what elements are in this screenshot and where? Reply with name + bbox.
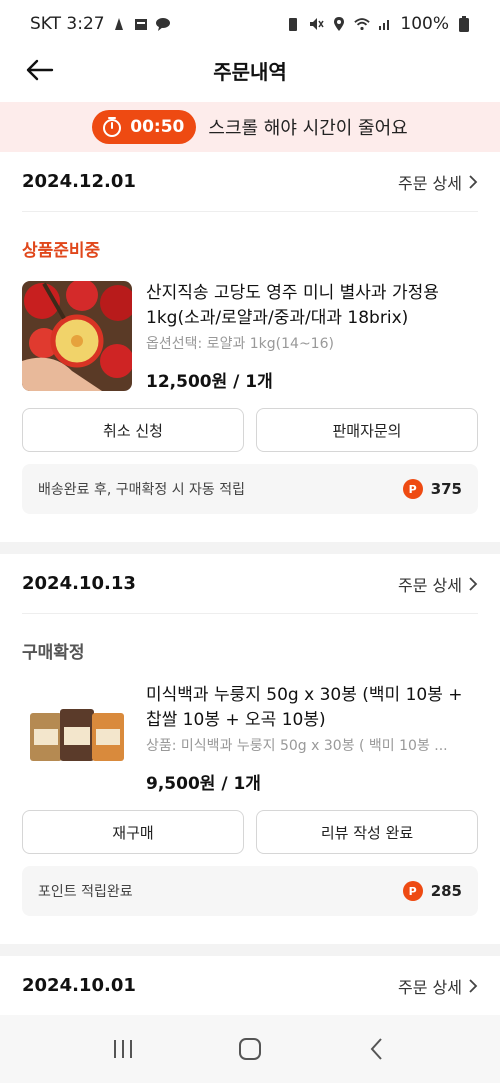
wifi-icon bbox=[354, 16, 371, 32]
product-price: 9,500원 / 1개 bbox=[146, 774, 261, 794]
order-card: 2024.10.13 주문 상세 구매확정 미식백과 누룽지 50g x 30봉… bbox=[0, 554, 500, 916]
product-thumbnail-apple bbox=[22, 281, 132, 391]
product-option: 상품: 미식백과 누룽지 50g x 30봉 ( 백미 10봉 ... bbox=[146, 738, 448, 754]
page-header: 주문내역 bbox=[0, 48, 500, 92]
recent-apps-button[interactable] bbox=[93, 1029, 153, 1069]
order-status: 구매확정 bbox=[22, 643, 85, 663]
timer-time: 00:50 bbox=[130, 117, 185, 137]
home-icon bbox=[238, 1038, 261, 1060]
order-detail-link[interactable]: 주문 상세 bbox=[398, 170, 478, 194]
order-card: 2024.12.01 주문 상세 상품준비중 산지직송 고당도 영주 미니 별사… bbox=[0, 152, 500, 514]
point-info: 포인트 적립완료 P 285 bbox=[22, 866, 478, 916]
point-value: 375 bbox=[430, 480, 462, 498]
section-divider bbox=[0, 944, 500, 956]
product-item[interactable]: 산지직송 고당도 영주 미니 별사과 가정용 1kg(소과/로얄과/중과/대과 … bbox=[22, 281, 478, 392]
calendar-icon bbox=[133, 16, 149, 32]
point-value: 285 bbox=[430, 882, 462, 900]
product-thumbnail-nurungji bbox=[22, 683, 132, 793]
reorder-button[interactable]: 재구매 bbox=[22, 810, 244, 854]
chevron-right-icon bbox=[469, 576, 478, 591]
point-text: 배송완료 후, 구매확정 시 자동 적립 bbox=[38, 482, 246, 498]
order-card: 2024.10.01 주문 상세 bbox=[0, 956, 500, 1016]
order-detail-link[interactable]: 주문 상세 bbox=[398, 974, 478, 998]
status-bar: SKT 3:27 100% bbox=[0, 0, 500, 48]
battery-percent: 100% bbox=[400, 14, 449, 34]
point-icon: P bbox=[402, 881, 423, 901]
battery-saver-icon bbox=[285, 16, 301, 32]
order-detail-label: 주문 상세 bbox=[398, 575, 462, 595]
seller-inquiry-button[interactable]: 판매자문의 bbox=[256, 408, 478, 452]
system-nav-bar bbox=[0, 1015, 500, 1083]
order-date: 2024.10.01 bbox=[22, 975, 136, 996]
product-name: 미식백과 누룽지 50g x 30봉 (백미 10봉 + 찹쌀 10봉 + 오곡… bbox=[146, 685, 463, 730]
order-date: 2024.10.13 bbox=[22, 573, 136, 594]
back-button[interactable] bbox=[24, 54, 56, 86]
order-detail-link[interactable]: 주문 상세 bbox=[398, 572, 478, 596]
notification-icon bbox=[111, 16, 127, 32]
arrow-left-icon bbox=[26, 59, 54, 81]
product-item[interactable]: 미식백과 누룽지 50g x 30봉 (백미 10봉 + 찹쌀 10봉 + 오곡… bbox=[22, 683, 478, 794]
chevron-right-icon bbox=[469, 978, 478, 993]
review-done-button[interactable]: 리뷰 작성 완료 bbox=[256, 810, 478, 854]
system-back-button[interactable] bbox=[347, 1029, 407, 1069]
recent-apps-icon bbox=[114, 1040, 133, 1058]
signal-icon bbox=[377, 16, 393, 32]
point-text: 포인트 적립완료 bbox=[38, 884, 133, 900]
order-detail-label: 주문 상세 bbox=[398, 173, 462, 193]
product-price: 12,500원 / 1개 bbox=[146, 372, 273, 392]
timer-badge: 00:50 bbox=[92, 110, 197, 144]
home-button[interactable] bbox=[220, 1029, 280, 1069]
status-time: SKT 3:27 bbox=[30, 14, 105, 34]
timer-banner: 00:50 스크롤 해야 시간이 줄어요 bbox=[0, 102, 500, 152]
section-divider bbox=[0, 542, 500, 554]
chat-icon bbox=[155, 16, 171, 32]
mute-icon bbox=[308, 16, 325, 32]
location-icon bbox=[331, 16, 347, 32]
order-status: 상품준비중 bbox=[22, 241, 101, 261]
order-detail-label: 주문 상세 bbox=[398, 977, 462, 997]
point-info: 배송완료 후, 구매확정 시 자동 적립 P 375 bbox=[22, 464, 478, 514]
timer-message: 스크롤 해야 시간이 줄어요 bbox=[208, 118, 408, 139]
point-icon: P bbox=[402, 479, 423, 499]
order-date: 2024.12.01 bbox=[22, 171, 136, 192]
battery-icon bbox=[456, 16, 472, 32]
cancel-request-button[interactable]: 취소 신청 bbox=[22, 408, 244, 452]
product-name: 산지직송 고당도 영주 미니 별사과 가정용 1kg(소과/로얄과/중과/대과 … bbox=[146, 283, 439, 328]
chevron-left-icon bbox=[370, 1038, 382, 1060]
product-option: 옵션선택: 로얄과 1kg(14~16) bbox=[146, 336, 334, 352]
page-title: 주문내역 bbox=[213, 59, 287, 84]
chevron-right-icon bbox=[469, 174, 478, 189]
stopwatch-icon bbox=[103, 117, 122, 137]
